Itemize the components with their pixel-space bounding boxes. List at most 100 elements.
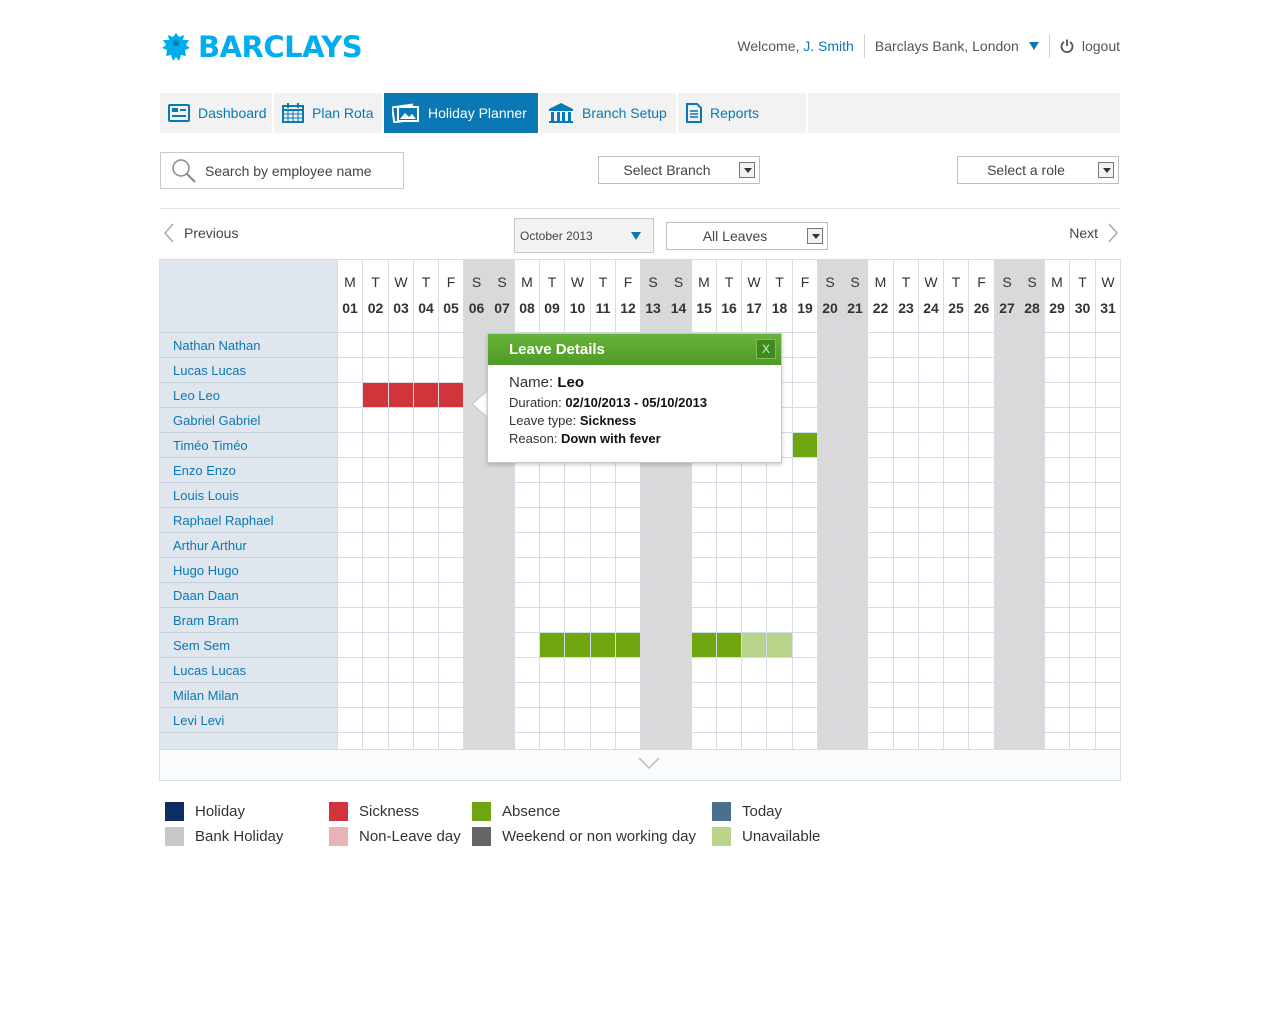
leave-filter-select[interactable]: All Leaves [666, 222, 828, 250]
leave-cell-unavailable[interactable] [742, 633, 766, 657]
day-header: W 10 [565, 260, 590, 333]
legend-item: Non-Leave day [329, 827, 461, 846]
tab-branch-setup[interactable]: Branch Setup [540, 93, 678, 133]
day-number: 16 [721, 300, 737, 316]
leave-cell-sickness[interactable] [414, 383, 438, 407]
legend-item: Unavailable [712, 827, 820, 846]
next-month-button[interactable]: Next [1069, 223, 1118, 243]
employee-name[interactable]: Sem Sem [160, 633, 337, 658]
employee-name[interactable]: Nathan Nathan [160, 333, 337, 358]
weekday-letter: S [850, 274, 860, 290]
brand-name: BARCLAYS [198, 30, 363, 64]
leave-cell-sickness[interactable] [439, 383, 463, 407]
employee-name[interactable]: Timéo Timéo [160, 433, 337, 458]
day-header: S 14 [666, 260, 691, 333]
tab-dashboard[interactable]: Dashboard [160, 93, 274, 133]
legend-item: Today [712, 802, 782, 821]
day-header: M 01 [338, 260, 362, 333]
dashboard-icon [168, 104, 190, 122]
branch-select[interactable]: Select Branch [598, 156, 760, 184]
employee-name[interactable]: Enzo Enzo [160, 458, 337, 483]
employee-name[interactable]: Raphael Raphael [160, 508, 337, 533]
user-name-link[interactable]: J. Smith [803, 38, 854, 54]
duration-value: 02/10/2013 - 05/10/2013 [565, 395, 708, 410]
chevron-right-icon [1108, 223, 1118, 243]
employee-name[interactable]: Daan Daan [160, 583, 337, 608]
leave-cell-absence[interactable] [793, 433, 817, 457]
employee-name[interactable]: Louis Louis [160, 483, 337, 508]
leave-cell-absence[interactable] [540, 633, 564, 657]
day-column: T 25 [943, 260, 968, 749]
day-header: M 22 [868, 260, 893, 333]
leave-cell-absence[interactable] [717, 633, 741, 657]
weekday-letter: S [497, 274, 507, 290]
grid-line [337, 632, 1120, 633]
day-number: 31 [1100, 300, 1116, 316]
legend-swatch [472, 802, 491, 821]
leave-cell-absence[interactable] [616, 633, 640, 657]
leave-cell-absence[interactable] [692, 633, 716, 657]
grid-line [337, 707, 1120, 708]
day-header: S 06 [464, 260, 489, 333]
leave-cell-sickness[interactable] [363, 383, 388, 407]
day-header: S 07 [490, 260, 514, 333]
employee-name[interactable]: Levi Levi [160, 708, 337, 733]
tab-plan-rota[interactable]: Plan Rota [274, 93, 384, 133]
day-number: 18 [771, 300, 788, 316]
employee-name[interactable]: Lucas Lucas [160, 658, 337, 683]
legend-label: Holiday [195, 803, 246, 820]
day-column: W 03 [388, 260, 413, 749]
employee-name[interactable]: Leo Leo [160, 383, 337, 408]
day-header: S 27 [995, 260, 1019, 333]
day-column: S 20 [817, 260, 842, 749]
month-select[interactable]: October 2013 [514, 218, 654, 253]
day-number: 09 [544, 300, 560, 316]
weekday-letter: S [1002, 274, 1012, 290]
day-number: 23 [898, 300, 914, 316]
search-input[interactable] [205, 162, 395, 179]
employee-search[interactable] [160, 152, 404, 189]
legend-item: Holiday [165, 802, 245, 821]
tab-holiday-planner[interactable]: Holiday Planner [384, 93, 540, 133]
name-label: Name: [509, 374, 554, 391]
day-number: 05 [443, 300, 459, 316]
previous-month-button[interactable]: Previous [164, 223, 238, 243]
branch-dropdown-icon[interactable] [1028, 42, 1039, 50]
leave-cell-sickness[interactable] [389, 383, 413, 407]
chevron-down-icon [631, 232, 641, 240]
weekday-letter: F [623, 274, 633, 290]
day-number: 13 [645, 300, 661, 316]
close-button[interactable]: X [756, 339, 776, 359]
day-number: 15 [696, 300, 712, 316]
day-number: 19 [797, 300, 813, 316]
leave-cell-unavailable[interactable] [767, 633, 792, 657]
employee-name[interactable]: Arthur Arthur [160, 533, 337, 558]
role-select[interactable]: Select a role [957, 156, 1119, 184]
leave-cell-absence[interactable] [591, 633, 615, 657]
day-number: 22 [872, 300, 889, 316]
day-header: T 18 [767, 260, 792, 333]
popup-body: Name: Leo Duration: 02/10/2013 - 05/10/2… [488, 365, 781, 446]
grid-line [337, 507, 1120, 508]
legend-label: Today [742, 803, 783, 820]
chevron-down-icon[interactable] [638, 756, 660, 770]
employee-name[interactable]: Milan Milan [160, 683, 337, 708]
logout-button[interactable]: logout [1060, 38, 1120, 54]
name-column-header [160, 260, 337, 333]
leave-cell-absence[interactable] [565, 633, 590, 657]
employee-name[interactable]: Bram Bram [160, 608, 337, 633]
weekday-letter: T [371, 274, 380, 290]
day-column: T 30 [1069, 260, 1095, 749]
search-icon [172, 158, 196, 183]
legend-item: Absence [472, 802, 560, 821]
weekday-letter: M [1051, 274, 1063, 290]
employee-name[interactable]: Lucas Lucas [160, 358, 337, 383]
weekday-letter: T [547, 274, 557, 290]
legend-label: Sickness [359, 803, 420, 820]
employee-name[interactable]: Hugo Hugo [160, 558, 337, 583]
tab-reports[interactable]: Reports [678, 93, 808, 133]
weekday-letter: S [673, 274, 684, 290]
employee-name[interactable]: Gabriel Gabriel [160, 408, 337, 433]
name-value: Leo [557, 374, 585, 391]
barclays-logo[interactable]: BARCLAYS [160, 30, 363, 64]
